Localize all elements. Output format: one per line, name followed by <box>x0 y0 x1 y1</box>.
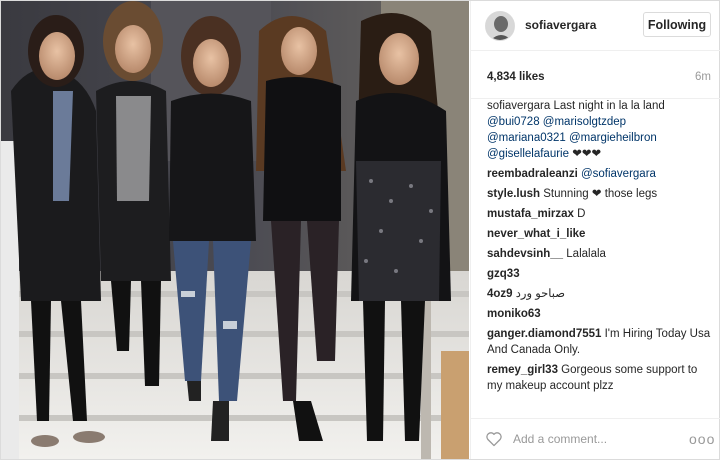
caption-mentions-line-2[interactable]: @mariana0321 @margieheilbron <box>487 132 657 144</box>
post-timestamp: 6m <box>695 71 711 83</box>
comment-item: moniko63 <box>487 306 715 322</box>
comments-list: sofiavergara Last night in la la land @b… <box>487 98 715 416</box>
comment-username[interactable]: style.lush <box>487 188 540 200</box>
comment-username[interactable]: sahdevsinh__ <box>487 248 563 260</box>
caption-mentions-line-1[interactable]: @bui0728 @marisolgtzdep <box>487 116 626 128</box>
comment-username[interactable]: never_what_i_like <box>487 228 585 240</box>
comment-username[interactable]: 4oz9 <box>487 288 513 300</box>
comment-item: 4oz9 صباحو ورد <box>487 286 715 302</box>
comment-text: Lalalala <box>566 248 606 260</box>
caption-username[interactable]: sofiavergara <box>487 100 550 112</box>
post-caption: sofiavergara Last night in la la land @b… <box>487 98 715 162</box>
heart-outline-icon[interactable] <box>485 431 503 447</box>
add-comment-input[interactable] <box>513 430 663 448</box>
avatar-image <box>486 12 514 40</box>
comment-item: gzq33 <box>487 266 715 282</box>
caption-mentions-line-3[interactable]: @gisellelafaurie <box>487 148 569 160</box>
comment-text: Stunning ❤ those legs <box>543 188 658 200</box>
comment-username[interactable]: reembadraleanzi <box>487 168 578 180</box>
comment-item: remey_girl33 Gorgeous some support to my… <box>487 362 715 394</box>
comment-username[interactable]: remey_girl33 <box>487 364 558 376</box>
comment-username[interactable]: ganger.diamond7551 <box>487 328 601 340</box>
comment-item: sahdevsinh__ Lalalala <box>487 246 715 262</box>
caption-hearts: ❤❤❤ <box>572 148 602 160</box>
comment-username[interactable]: moniko63 <box>487 308 541 320</box>
more-options-icon[interactable]: ooo <box>689 431 715 447</box>
comment-item: ganger.diamond7551 I'm Hiring Today Usa … <box>487 326 715 358</box>
comment-item: never_what_i_like <box>487 226 715 242</box>
post-header: sofiavergara Following <box>471 1 720 51</box>
following-button[interactable]: Following <box>643 12 711 37</box>
comment-footer: ooo <box>471 418 720 459</box>
comment-item: style.lush Stunning ❤ those legs <box>487 186 715 202</box>
comment-item: reembadraleanzi @sofiavergara <box>487 166 715 182</box>
comment-username[interactable]: mustafa_mirzax <box>487 208 574 220</box>
comment-text[interactable]: @sofiavergara <box>581 168 656 180</box>
comment-item: mustafa_mirzax D <box>487 206 715 222</box>
post-photo[interactable] <box>1 1 469 459</box>
avatar[interactable] <box>485 11 515 41</box>
post-stats: 4,834 likes 6m <box>471 51 720 99</box>
likes-count[interactable]: 4,834 likes <box>487 71 545 83</box>
post-side-panel: sofiavergara Following 4,834 likes 6m so… <box>470 1 720 459</box>
comment-text: D <box>577 208 586 220</box>
comment-text: صباحو ورد <box>515 288 565 300</box>
comment-username[interactable]: gzq33 <box>487 268 520 280</box>
post-author-username[interactable]: sofiavergara <box>525 18 596 32</box>
caption-text: Last night in la la land <box>553 100 665 112</box>
group-photo-illustration <box>1 1 469 459</box>
